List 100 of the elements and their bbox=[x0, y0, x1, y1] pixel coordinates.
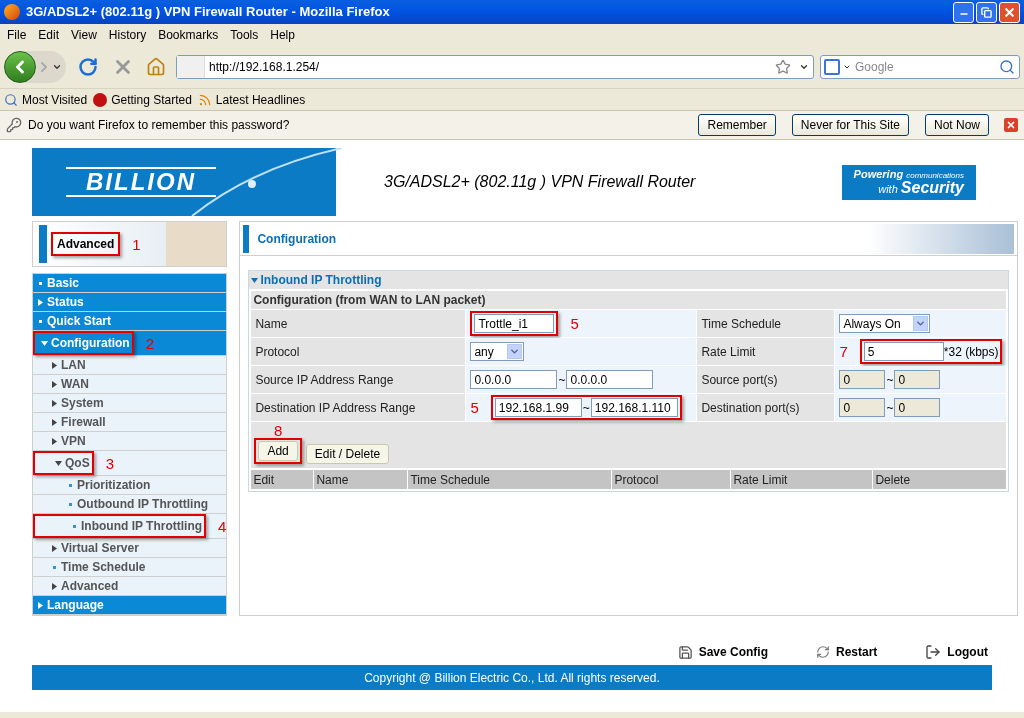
menu-item[interactable]: Help bbox=[265, 26, 300, 44]
rss-icon bbox=[197, 92, 212, 107]
sidebar-item[interactable]: WAN bbox=[33, 375, 227, 393]
sidebar-item[interactable]: LAN bbox=[33, 356, 227, 374]
sidebar-label: QoS bbox=[65, 455, 90, 472]
sidebar-item[interactable]: Time Schedule bbox=[33, 558, 227, 576]
tagline: Powering communications with Security bbox=[841, 164, 976, 200]
sidebar-section[interactable]: Basic bbox=[33, 274, 227, 292]
window-title: 3G/ADSL2+ (802.11g ) VPN Firewall Router - Mozilla Firefox bbox=[26, 3, 391, 22]
bullet-icon bbox=[69, 483, 72, 487]
notification-button[interactable]: Not Now bbox=[925, 114, 989, 136]
bullet-icon bbox=[39, 319, 42, 323]
text-field[interactable]: 0.0.0.0 bbox=[470, 370, 558, 389]
sidebar-item[interactable]: Outbound IP Throttling bbox=[33, 495, 227, 513]
field-label: Source port(s) bbox=[697, 366, 835, 393]
panel-header[interactable]: Inbound IP Throttling bbox=[249, 271, 1009, 289]
notification-button[interactable]: Never for This Site bbox=[791, 114, 909, 136]
page-title: Configuration bbox=[257, 230, 338, 248]
menu-item[interactable]: Tools bbox=[225, 26, 264, 44]
dropdown[interactable]: any bbox=[470, 342, 525, 361]
back-forward-control[interactable] bbox=[4, 51, 66, 83]
sidebar-item[interactable]: Prioritization bbox=[33, 476, 227, 494]
notification-button[interactable]: Remember bbox=[698, 114, 776, 136]
sidebar-label: Outbound IP Throttling bbox=[77, 496, 209, 513]
home-icon[interactable] bbox=[146, 57, 166, 77]
footer-link[interactable]: Save Config bbox=[677, 643, 768, 661]
sidebar-label: Basic bbox=[47, 275, 80, 292]
sidebar-item[interactable]: Virtual Server bbox=[33, 539, 227, 557]
callout-number: 3 bbox=[105, 455, 114, 471]
sidebar-label: Advanced bbox=[61, 578, 119, 595]
column-header: Protocol bbox=[612, 470, 731, 489]
text-field[interactable]: Trottle_i1 bbox=[474, 314, 555, 333]
callout-number: 8 bbox=[273, 423, 283, 438]
history-dropdown-icon bbox=[52, 62, 62, 72]
sidebar-label: VPN bbox=[61, 433, 86, 450]
menu-item[interactable]: View bbox=[66, 26, 102, 44]
copyright-bar: Copyright @ Billion Electric Co., Ltd. All rights reserved. bbox=[32, 665, 992, 690]
url-dropdown-icon bbox=[799, 62, 809, 72]
search-field[interactable]: Google bbox=[820, 55, 1020, 79]
menu-item[interactable]: Edit bbox=[33, 26, 65, 44]
restore-icon bbox=[981, 6, 992, 18]
mode-label[interactable]: Advanced bbox=[55, 237, 117, 251]
range-separator: ~ bbox=[581, 399, 591, 417]
sidebar-label: WAN bbox=[61, 376, 89, 393]
restore-button[interactable] bbox=[976, 1, 997, 23]
bullet-icon bbox=[53, 565, 56, 569]
bookmark-item[interactable]: Most Visited bbox=[4, 90, 88, 109]
column-header: Rate Limit bbox=[731, 470, 873, 489]
field-label: Destination IP Address Range bbox=[251, 394, 466, 421]
search-input[interactable]: Google bbox=[855, 58, 999, 76]
sidebar-label: Virtual Server bbox=[61, 540, 139, 557]
action-button[interactable]: Edit / Delete bbox=[305, 444, 390, 464]
field-label: Protocol bbox=[251, 338, 466, 365]
search-engine-icon bbox=[824, 59, 840, 75]
text-field[interactable]: 192.168.1.110 bbox=[590, 398, 678, 417]
sidebar-section[interactable]: Quick Start bbox=[33, 312, 227, 330]
column-header: Edit bbox=[251, 470, 314, 489]
footer-link[interactable]: Logout bbox=[925, 643, 988, 661]
sidebar-item[interactable]: Firewall bbox=[33, 413, 227, 431]
close-button[interactable] bbox=[999, 1, 1020, 23]
field-label: Rate Limit bbox=[697, 338, 835, 365]
sidebar-section[interactable]: Language bbox=[33, 596, 227, 614]
text-field[interactable]: 0.0.0.0 bbox=[566, 370, 654, 389]
sidebar-label: Language bbox=[47, 597, 104, 614]
menu-item[interactable]: File bbox=[2, 26, 32, 44]
action-button[interactable]: Add bbox=[258, 441, 298, 461]
column-header: Time Schedule bbox=[408, 470, 612, 489]
sidebar-section[interactable]: Status bbox=[33, 293, 227, 311]
bookmark-star-icon[interactable] bbox=[775, 59, 791, 75]
firefox-logo-icon bbox=[4, 4, 20, 20]
column-header: Delete bbox=[873, 470, 1007, 489]
key-icon bbox=[6, 117, 22, 133]
search-icon bbox=[999, 59, 1015, 75]
callout-number: 1 bbox=[132, 236, 141, 252]
sidebar-label: Configuration bbox=[51, 335, 130, 352]
restart-icon bbox=[816, 645, 830, 659]
folder-search-icon bbox=[4, 92, 18, 107]
menu-item[interactable]: Bookmarks bbox=[153, 26, 224, 44]
dropdown[interactable]: Always On bbox=[839, 314, 930, 333]
callout-number: 7 bbox=[839, 344, 848, 359]
callout-number: 5 bbox=[470, 400, 479, 415]
minimize-button[interactable] bbox=[953, 1, 974, 23]
bookmark-item[interactable]: Latest Headlines bbox=[197, 90, 306, 109]
close-button[interactable] bbox=[1004, 118, 1018, 132]
range-separator: ~ bbox=[885, 399, 895, 417]
sidebar-item[interactable]: System bbox=[33, 394, 227, 412]
reload-icon[interactable] bbox=[78, 57, 98, 77]
bookmark-item[interactable]: Getting Started bbox=[93, 90, 192, 109]
text-field[interactable]: 192.168.1.99 bbox=[494, 398, 582, 417]
callout-number: 5 bbox=[570, 316, 579, 331]
menu-item[interactable]: History bbox=[103, 26, 152, 44]
field-label: Time Schedule bbox=[697, 310, 835, 337]
sidebar-item[interactable]: VPN bbox=[33, 432, 227, 450]
text-field[interactable]: 5 bbox=[863, 342, 944, 361]
column-header: Name bbox=[314, 470, 408, 489]
range-separator: ~ bbox=[885, 371, 895, 389]
sidebar-item[interactable]: Advanced bbox=[33, 577, 227, 595]
bookmark-icon bbox=[93, 92, 108, 107]
footer-link[interactable]: Restart bbox=[816, 643, 878, 661]
address-field[interactable]: http://192.168.1.254/ bbox=[176, 55, 814, 79]
